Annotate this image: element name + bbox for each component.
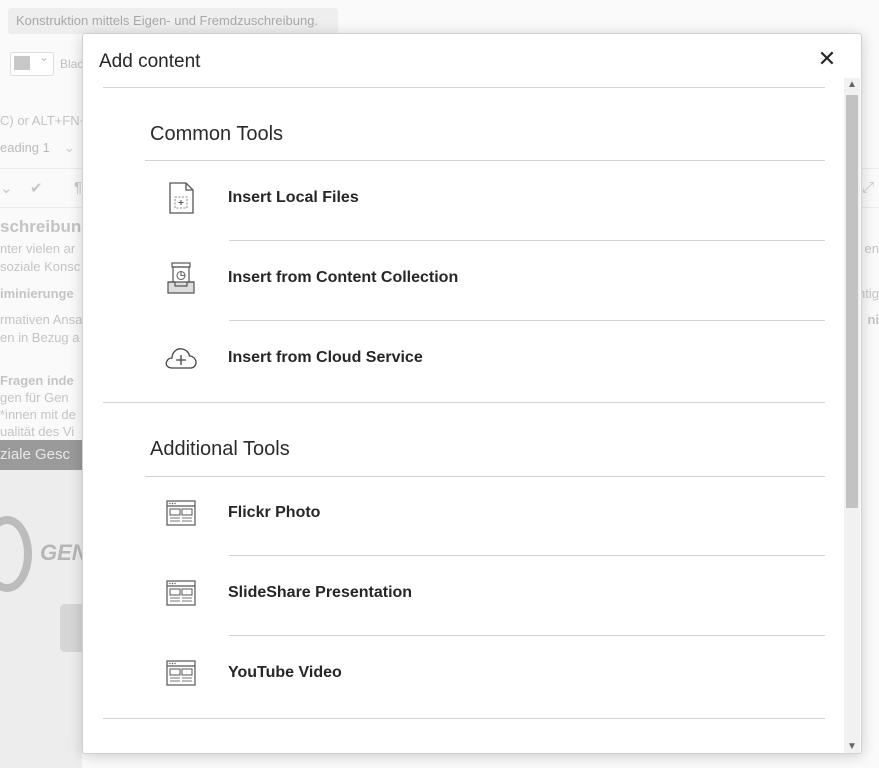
slideshare-presentation-label: SlideShare Presentation [228, 584, 413, 601]
section-title-additional-tools: Additional Tools [150, 438, 290, 460]
section-divider [103, 402, 825, 403]
scroll-up-icon[interactable]: ▲ [844, 78, 860, 92]
illustration-shape [0, 516, 32, 592]
divider [145, 160, 825, 161]
section-title-common-tools: Common Tools [150, 123, 284, 145]
body-text: nter vielen ar [0, 241, 76, 256]
insert-content-collection-label: Insert from Content Collection [228, 269, 459, 286]
body-text: gen für Gen [0, 390, 69, 405]
body-heading: schreibung [0, 217, 92, 236]
body-text-right: ni [867, 312, 879, 327]
mashup-window-icon [163, 495, 199, 531]
close-button[interactable]: ✕ [815, 47, 839, 71]
cloud-add-icon [163, 340, 199, 376]
insert-cloud-service-label: Insert from Cloud Service [228, 349, 423, 366]
embedded-image: ziale Gesc GEN [0, 440, 88, 768]
insert-local-files-label: Insert Local Files [228, 189, 359, 206]
heading-select-value: eading 1 [0, 140, 50, 155]
divider [229, 635, 825, 636]
youtube-video-button[interactable]: YouTube Video [145, 643, 825, 703]
flickr-photo-label: Flickr Photo [228, 504, 321, 521]
body-text: ualität des Vi [0, 424, 75, 439]
body-text: soziale Konsc [0, 259, 81, 274]
insert-local-files-button[interactable]: Insert Local Files [145, 168, 825, 228]
image-header: ziale Gesc [0, 440, 82, 470]
dialog-title: Add content [99, 51, 201, 72]
title-field[interactable]: Konstruktion mittels Eigen- und Fremdzus… [8, 8, 338, 34]
text-color-picker[interactable] [10, 50, 54, 76]
dialog-content: Common Tools Insert Local Files Insert f… [83, 88, 845, 753]
close-icon: ✕ [817, 46, 837, 71]
body-text: *innen mit de [0, 407, 76, 422]
body-text-right: en [864, 241, 879, 256]
chevron-down-icon: ⌄ [63, 140, 75, 155]
text-color-label: Blac [60, 57, 84, 71]
image-text: GEN [40, 540, 88, 565]
add-content-dialog: Add content ✕ Common Tools Insert Local … [82, 33, 862, 754]
heading-select[interactable]: eading 1 ⌄ [0, 140, 75, 156]
shortcut-hint: C) or ALT+FN+ [0, 113, 88, 128]
divider [229, 555, 825, 556]
insert-cloud-service-button[interactable]: Insert from Cloud Service [145, 328, 825, 388]
insert-content-collection-button[interactable]: Insert from Content Collection [145, 248, 825, 308]
chevron-icon[interactable]: ⌄ [0, 179, 13, 197]
body-text: rmativen Ansa [0, 312, 83, 327]
body-text: en in Bezug a [0, 330, 80, 345]
slideshare-presentation-button[interactable]: SlideShare Presentation [145, 563, 825, 623]
divider [229, 320, 825, 321]
body-text: Fragen inde [0, 373, 74, 388]
local-file-icon [163, 180, 199, 216]
image-canvas: GEN [0, 470, 88, 768]
scrollbar-thumb[interactable] [846, 95, 858, 508]
flickr-photo-button[interactable]: Flickr Photo [145, 483, 825, 543]
fullscreen-icon[interactable]: ⤢ [862, 179, 874, 196]
divider [145, 476, 825, 477]
scroll-down-icon[interactable]: ▼ [844, 740, 860, 753]
mashup-window-icon [163, 575, 199, 611]
content-collection-icon [163, 260, 199, 296]
body-text: iminierunge [0, 286, 74, 301]
divider [229, 240, 825, 241]
section-divider [103, 718, 825, 719]
youtube-video-label: YouTube Video [228, 664, 342, 681]
spellcheck-icon[interactable]: ✔ [30, 179, 43, 197]
mashup-window-icon [163, 655, 199, 691]
paragraph-icon[interactable]: ¶ [74, 179, 82, 196]
vertical-scrollbar[interactable]: ▲ ▼ [844, 78, 860, 753]
